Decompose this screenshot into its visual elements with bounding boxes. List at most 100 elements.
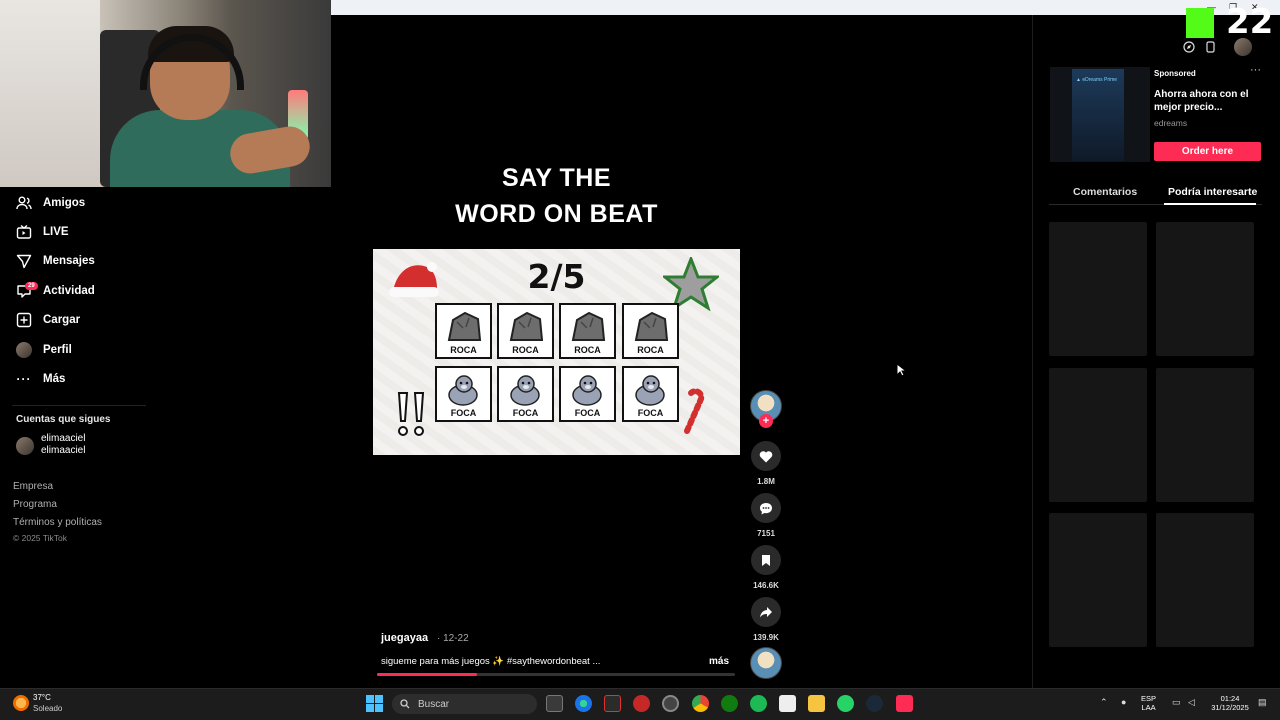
task-view-icon[interactable] [546, 695, 563, 712]
spotify-icon[interactable] [750, 695, 767, 712]
sidebar-item-perfil[interactable]: Perfil [16, 339, 72, 361]
obs-app-icon[interactable] [604, 695, 621, 712]
suggested-video-card[interactable] [1049, 222, 1147, 356]
weather-temperature[interactable]: 37°C [33, 693, 51, 702]
sidebar-item-label: Amigos [43, 197, 86, 209]
ad-thumbnail-text: ▲ eDreams Prime [1076, 77, 1118, 83]
santa-hat-icon [387, 257, 443, 299]
like-count: 1.8M [757, 477, 775, 486]
mobile-icon[interactable] [1203, 40, 1217, 54]
like-button[interactable] [751, 441, 781, 471]
following-username: elimaaciel [41, 445, 86, 456]
share-button[interactable] [751, 597, 781, 627]
chrome-icon[interactable] [692, 695, 709, 712]
volume-icon[interactable]: ◁ [1188, 697, 1195, 708]
sidebar-item-mas[interactable]: ··· Más [16, 368, 66, 390]
music-disc-avatar[interactable] [750, 647, 782, 679]
tab-comentarios[interactable]: Comentarios [1073, 186, 1137, 198]
comment-button[interactable] [751, 493, 781, 523]
clock-date: 31/12/2025 [1211, 703, 1249, 712]
footer-link-terminos[interactable]: Términos y políticas [13, 517, 102, 528]
suggested-video-card[interactable] [1156, 222, 1254, 356]
sidebar-item-mensajes[interactable]: Mensajes [16, 250, 95, 272]
video-caption: sigueme para más juegos ✨ #saythewordonb… [381, 656, 601, 667]
red-app-icon[interactable] [633, 695, 650, 712]
ad-options-icon[interactable]: ··· [1250, 64, 1261, 76]
word-label: ROCA [637, 345, 664, 355]
word-label: ROCA [512, 345, 539, 355]
word-label: FOCA [637, 408, 664, 418]
seal-icon [448, 375, 478, 406]
clock[interactable]: 01:24 31/12/2025 [1208, 694, 1252, 712]
seal-icon [572, 375, 602, 406]
suggested-video-card[interactable] [1156, 368, 1254, 502]
word-label: FOCA [574, 408, 601, 418]
suggested-video-card[interactable] [1049, 513, 1147, 647]
seal-icon [635, 375, 665, 406]
word-tile: ROCA [559, 303, 616, 359]
edge-browser-icon[interactable] [575, 695, 592, 712]
seal-icon [510, 375, 540, 406]
mouse-cursor-icon [896, 362, 908, 382]
comment-count: 7151 [757, 529, 775, 538]
notifications-icon[interactable]: ▤ [1258, 697, 1267, 708]
video-title-line2: WORD ON BEAT [455, 200, 658, 228]
sponsored-label: Sponsored [1154, 69, 1196, 78]
taskbar-search-input[interactable]: Buscar [392, 694, 537, 714]
sidebar-item-live[interactable]: LIVE [16, 221, 69, 243]
obs-studio-icon[interactable] [662, 695, 679, 712]
word-tile: FOCA [435, 366, 492, 422]
xbox-icon[interactable] [721, 695, 738, 712]
live-icon [16, 224, 32, 240]
tiktok-app-icon[interactable] [896, 695, 913, 712]
activity-count-badge: 29 [25, 282, 38, 290]
follow-plus-icon[interactable]: + [759, 414, 773, 428]
kick-logo [1186, 8, 1214, 38]
footer-link-programa[interactable]: Programa [13, 499, 57, 510]
footer-link-empresa[interactable]: Empresa [13, 481, 53, 492]
whatsapp-icon[interactable] [837, 695, 854, 712]
sidebar-item-cargar[interactable]: Cargar [16, 309, 80, 331]
sidebar-item-amigos[interactable]: Amigos [16, 192, 85, 214]
ad-source: edreams [1154, 118, 1188, 128]
following-account[interactable]: elimaaciel elimaaciel [41, 433, 85, 457]
chevron-up-icon[interactable]: ⌃ [1100, 697, 1108, 708]
weather-sun-icon[interactable] [13, 695, 29, 711]
sidebar-divider [12, 405, 146, 406]
save-button[interactable] [751, 545, 781, 575]
rock-icon [634, 311, 669, 341]
avatar[interactable] [1234, 38, 1252, 56]
video-player[interactable]: 2/5 ROCA ROCA ROCA ROCA FOCA FOCA FOCA F… [373, 249, 740, 455]
sidebar-item-label: Cargar [43, 314, 81, 326]
steam-icon[interactable] [866, 695, 883, 712]
friends-icon [16, 195, 32, 211]
share-icon [760, 607, 772, 618]
weather-description[interactable]: Soleado [33, 704, 62, 713]
tab-podria-interesarte[interactable]: Podría interesarte [1168, 186, 1257, 198]
more-link[interactable]: más [709, 656, 729, 667]
sidebar-item-label: LIVE [43, 226, 69, 238]
following-section-title: Cuentas que sigues [16, 414, 111, 425]
exclamation-icon [393, 389, 429, 439]
file-explorer-icon[interactable] [808, 695, 825, 712]
compass-icon[interactable] [1182, 40, 1196, 54]
video-title: SAY THE WORD ON BEAT [373, 160, 740, 232]
video-author[interactable]: juegayaa [381, 632, 428, 644]
suggested-video-card[interactable] [1049, 368, 1147, 502]
network-icon[interactable]: ▭ [1172, 697, 1181, 708]
word-tile: ROCA [497, 303, 554, 359]
avatar[interactable] [16, 437, 34, 455]
suggested-video-card[interactable] [1156, 513, 1254, 647]
ad-headline[interactable]: Ahorra ahora con el mejor precio... [1154, 88, 1264, 114]
language-indicator[interactable]: ESP LAA [1141, 694, 1156, 712]
bookmark-icon [762, 554, 770, 566]
share-count: 139.9K [753, 633, 779, 642]
video-date: · 12-22 [437, 633, 469, 644]
windows-start-icon[interactable] [366, 695, 383, 712]
word-tile: ROCA [622, 303, 679, 359]
microphone-icon[interactable]: ● [1121, 697, 1126, 707]
rock-icon [447, 311, 482, 341]
capcut-icon[interactable] [779, 695, 796, 712]
sidebar-item-label: Perfil [43, 344, 72, 356]
order-here-button[interactable]: Order here [1154, 142, 1261, 161]
